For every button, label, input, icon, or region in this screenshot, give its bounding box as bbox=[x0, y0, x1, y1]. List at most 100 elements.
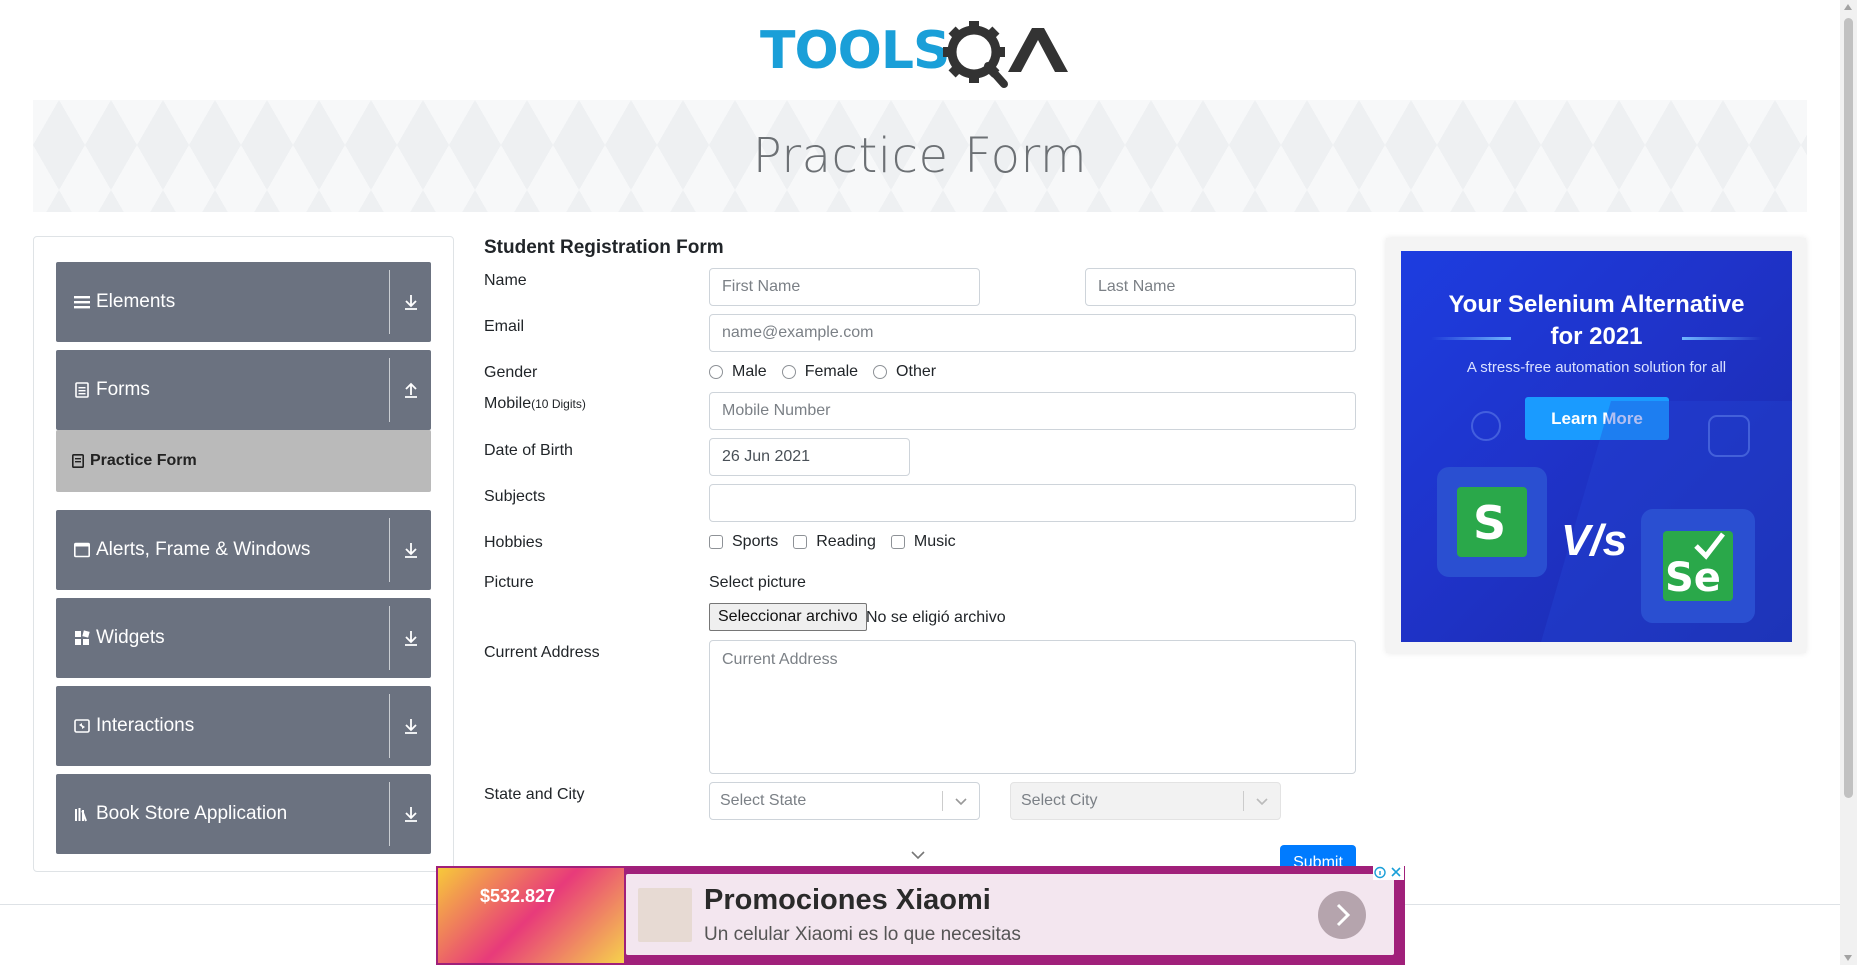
gender-option-label: Female bbox=[804, 363, 859, 380]
sidebar: Elements Forms Practice Form Alerts, Fra… bbox=[33, 236, 454, 872]
email-label: Email bbox=[484, 318, 525, 335]
divider bbox=[389, 606, 390, 670]
gender-option-label: Other bbox=[896, 363, 937, 380]
hobbies-options: Sports Reading Music bbox=[709, 533, 971, 551]
divider bbox=[389, 782, 390, 846]
ad-go-button[interactable] bbox=[1318, 891, 1366, 939]
mobile-label-text: Mobile bbox=[484, 395, 532, 412]
divider bbox=[389, 270, 390, 334]
divider bbox=[942, 791, 943, 811]
hobby-label: Music bbox=[913, 533, 956, 550]
last-name-input[interactable] bbox=[1085, 268, 1356, 306]
subjects-input[interactable] bbox=[709, 484, 1356, 522]
hobbies-label: Hobbies bbox=[484, 534, 543, 551]
hamburger-icon bbox=[74, 296, 90, 309]
svg-text:Se: Se bbox=[1665, 555, 1721, 601]
download-arrow-icon[interactable] bbox=[401, 628, 421, 648]
adchoices-icon[interactable] bbox=[1373, 865, 1404, 880]
gear-magnifier-icon bbox=[943, 21, 1008, 88]
ad-title: Promociones Xiaomi bbox=[704, 884, 991, 916]
first-name-input[interactable] bbox=[709, 268, 980, 306]
address-label: Current Address bbox=[484, 644, 600, 661]
mobile-hint: (10 Digits) bbox=[531, 397, 586, 411]
city-select-value: Select City bbox=[1021, 792, 1098, 809]
email-input[interactable] bbox=[709, 314, 1356, 352]
date-of-birth-input[interactable]: 26 Jun 2021 bbox=[709, 438, 910, 476]
divider bbox=[389, 518, 390, 582]
download-arrow-icon[interactable] bbox=[401, 540, 421, 560]
checkbox[interactable] bbox=[890, 535, 905, 549]
selenium-alternative-ad[interactable]: Your Selenium Alternative for 2021 A str… bbox=[1401, 251, 1792, 642]
dob-label: Date of Birth bbox=[484, 442, 573, 459]
sidebar-group-widgets[interactable]: Widgets bbox=[56, 598, 431, 678]
form-title: Student Registration Form bbox=[484, 237, 724, 258]
sidebar-item-label: Practice Form bbox=[90, 452, 197, 469]
chevron-down-icon bbox=[955, 798, 967, 806]
sidebar-group-elements[interactable]: Elements bbox=[56, 262, 431, 342]
download-arrow-icon[interactable] bbox=[401, 804, 421, 824]
ad-description: Un celular Xiaomi es lo que necesitas bbox=[704, 924, 1021, 945]
versus-text: V/s bbox=[1561, 516, 1628, 565]
svg-text:TOOLS: TOOLS bbox=[760, 21, 949, 81]
chevron-down-icon[interactable] bbox=[910, 850, 926, 860]
sidebar-group-interactions[interactable]: Interactions bbox=[56, 686, 431, 766]
city-select[interactable]: Select City bbox=[1010, 782, 1281, 820]
divider bbox=[389, 694, 390, 758]
subjects-label: Subjects bbox=[484, 488, 546, 505]
current-address-input[interactable] bbox=[709, 640, 1356, 774]
sidebar-group-label: Widgets bbox=[96, 627, 165, 648]
scroll-down-icon[interactable] bbox=[1844, 955, 1852, 961]
mobile-input[interactable] bbox=[709, 392, 1356, 430]
download-arrow-icon[interactable] bbox=[401, 716, 421, 736]
hobby-music[interactable]: Music bbox=[890, 533, 956, 551]
hobby-sports[interactable]: Sports bbox=[709, 533, 778, 551]
checkbox[interactable] bbox=[709, 535, 723, 549]
picture-label: Picture bbox=[484, 574, 534, 591]
sidebar-group-label: Book Store Application bbox=[96, 803, 288, 824]
sidebar-group-book-store[interactable]: Book Store Application bbox=[56, 774, 431, 854]
state-select-value: Select State bbox=[720, 792, 807, 809]
radio-button[interactable] bbox=[709, 365, 723, 379]
divider bbox=[389, 358, 390, 422]
choose-file-button[interactable]: Seleccionar archivo bbox=[709, 603, 867, 631]
scroll-up-icon[interactable] bbox=[1844, 4, 1852, 10]
ad-graphics: S Se bbox=[1437, 401, 1792, 642]
xiaomi-banner-ad[interactable]: $532.827 Promociones Xiaomi Un celular X… bbox=[436, 866, 1405, 965]
scrollbar-thumb[interactable] bbox=[1844, 18, 1853, 798]
widgets-icon bbox=[75, 630, 90, 645]
hobby-label: Reading bbox=[816, 533, 876, 550]
sidebar-group-label: Forms bbox=[96, 379, 150, 400]
document-icon bbox=[72, 454, 84, 468]
toolsqa-logo[interactable]: TOOLS bbox=[760, 14, 1090, 90]
sidebar-group-alerts[interactable]: Alerts, Frame & Windows bbox=[56, 510, 431, 590]
sidebar-group-label: Elements bbox=[96, 291, 176, 312]
sidebar-group-label: Alerts, Frame & Windows bbox=[96, 539, 311, 560]
mobile-label: Mobile(10 Digits) bbox=[484, 395, 586, 413]
books-icon bbox=[75, 808, 87, 822]
interactions-icon bbox=[74, 719, 90, 733]
upload-arrow-icon[interactable] bbox=[401, 380, 421, 400]
hobby-reading[interactable]: Reading bbox=[793, 533, 876, 551]
page-title: Practice Form bbox=[752, 128, 1088, 184]
window-icon bbox=[74, 542, 90, 558]
svg-text:S: S bbox=[1473, 496, 1506, 550]
page-banner: Practice Form bbox=[33, 100, 1807, 212]
document-icon bbox=[75, 382, 89, 398]
checkbox[interactable] bbox=[793, 535, 808, 549]
download-arrow-icon[interactable] bbox=[401, 292, 421, 312]
gender-female[interactable]: Female bbox=[781, 363, 859, 381]
gender-other[interactable]: Other bbox=[873, 363, 936, 381]
ad-logo-placeholder bbox=[638, 888, 692, 942]
sidebar-group-forms[interactable]: Forms bbox=[56, 350, 431, 430]
state-select[interactable]: Select State bbox=[709, 782, 980, 820]
chevron-down-icon bbox=[1256, 798, 1268, 806]
ad-product-image: $532.827 bbox=[438, 868, 624, 963]
gender-options: Male Female Other bbox=[709, 363, 951, 381]
page-scrollbar[interactable] bbox=[1840, 0, 1857, 965]
name-label: Name bbox=[484, 272, 527, 289]
gender-male[interactable]: Male bbox=[709, 363, 767, 381]
sidebar-item-practice-form[interactable]: Practice Form bbox=[56, 430, 431, 492]
radio-button[interactable] bbox=[873, 365, 888, 379]
ad-card[interactable]: Promociones Xiaomi Un celular Xiaomi es … bbox=[626, 874, 1394, 955]
radio-button[interactable] bbox=[781, 365, 796, 379]
